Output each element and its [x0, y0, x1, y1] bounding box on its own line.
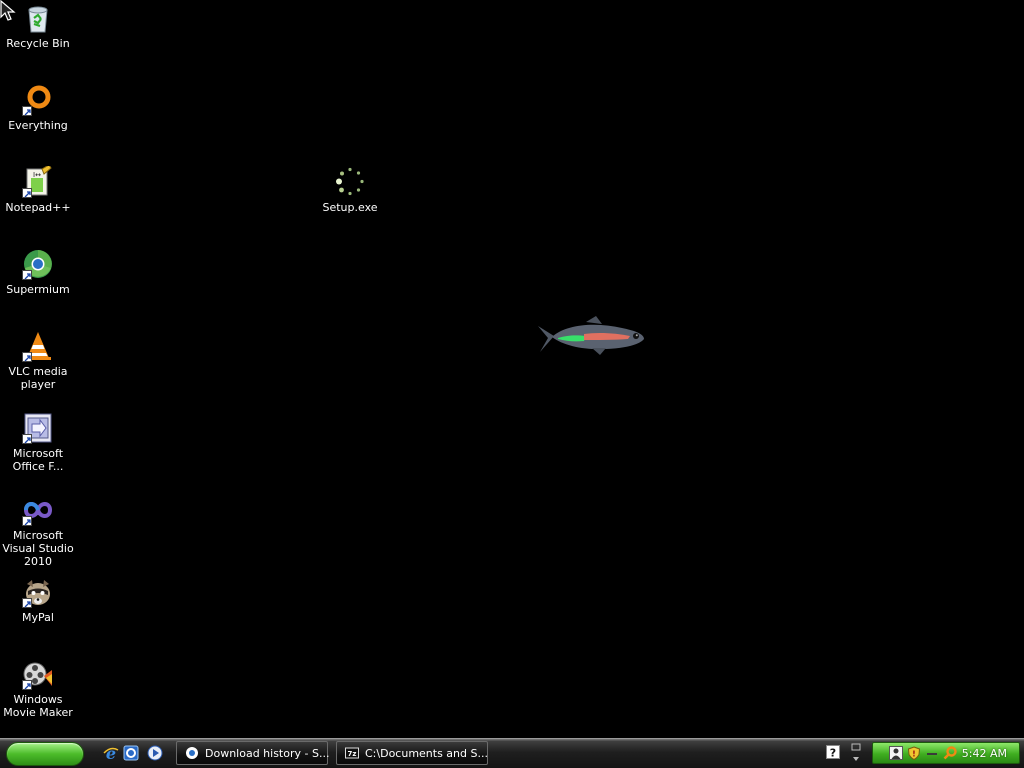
search-icon[interactable]	[943, 746, 957, 760]
recycle-bin-icon	[22, 2, 54, 34]
desktop-icon-notepad-plus-plus[interactable]: I↔ Notepad++	[0, 164, 76, 214]
shortcut-arrow-icon	[22, 270, 32, 280]
task-label: Download history - S...	[205, 747, 330, 760]
loading-spinner-icon	[334, 166, 366, 198]
shortcut-arrow-icon	[22, 434, 32, 444]
desktop-icon-label: Microsoft Office F...	[12, 447, 64, 473]
desktop[interactable]: Recycle Bin Everything I↔ Notepad++ Supe…	[0, 0, 1024, 738]
internet-explorer-icon[interactable]: e	[102, 744, 120, 762]
media-player-icon[interactable]	[146, 744, 164, 762]
svg-text:!: !	[912, 750, 916, 759]
desktop-icon-setup[interactable]: Setup.exe	[312, 166, 388, 214]
desktop-icon-label: Recycle Bin	[6, 37, 70, 50]
desktop-icon-recycle-bin[interactable]: Recycle Bin	[0, 2, 76, 50]
taskbar-task-download-history[interactable]: Download history - S...	[176, 741, 330, 765]
desktop-icon-label: Windows Movie Maker	[3, 693, 73, 719]
supermium-icon	[22, 248, 54, 280]
shortcut-arrow-icon	[22, 680, 32, 690]
everything-icon	[22, 84, 54, 116]
svg-text:?: ?	[830, 747, 836, 760]
shortcut-arrow-icon	[22, 188, 32, 198]
fish-icon	[538, 316, 644, 355]
start-button[interactable]	[6, 742, 84, 766]
svg-text:7z: 7z	[348, 750, 357, 758]
mypal-icon	[22, 576, 54, 608]
notepad-plus-plus-icon: I↔	[22, 164, 54, 198]
taskbar: e Download history - S... 7z C:\Document…	[0, 738, 1024, 768]
language-bar-icon[interactable]	[848, 742, 864, 764]
network-icon[interactable]	[925, 746, 939, 760]
desktop-icon-movie-maker[interactable]: Windows Movie Maker	[0, 658, 76, 719]
desktop-icon-office[interactable]: Microsoft Office F...	[0, 412, 76, 473]
svg-text:e: e	[106, 744, 116, 762]
svg-text:I↔: I↔	[33, 171, 41, 179]
shortcut-arrow-icon	[22, 516, 32, 526]
desktop-icon-vlc[interactable]: VLC media player	[0, 330, 76, 391]
desktop-icon-supermium[interactable]: Supermium	[0, 248, 76, 296]
movie-maker-icon	[22, 658, 54, 690]
desktop-icon-label: MyPal	[22, 611, 54, 624]
browser-icon	[186, 747, 198, 759]
desktop-icon-label: Setup.exe	[322, 201, 378, 214]
desktop-icon-label: Everything	[8, 119, 68, 132]
office-icon	[22, 412, 54, 444]
vlc-icon	[22, 330, 54, 362]
desktop-icon-label: VLC media player	[8, 365, 68, 391]
security-shield-icon[interactable]: !	[907, 746, 921, 760]
help-icon[interactable]: ?	[826, 745, 840, 759]
taskbar-task-documents[interactable]: 7z C:\Documents and S...	[336, 741, 488, 765]
visual-studio-icon	[22, 494, 54, 526]
user-icon[interactable]	[889, 746, 903, 760]
system-tray: ! 5:42 AM	[872, 742, 1020, 764]
7zip-icon: 7z	[345, 747, 359, 759]
desktop-icon-label: Supermium	[6, 283, 70, 296]
desktop-icon-mypal[interactable]: MyPal	[0, 576, 76, 624]
desktop-icon-label: Notepad++	[5, 201, 71, 214]
desktop-icon-visual-studio[interactable]: Microsoft Visual Studio 2010	[0, 494, 76, 568]
desktop-icon-everything[interactable]: Everything	[0, 84, 76, 132]
outlook-express-icon[interactable]	[122, 744, 140, 762]
shortcut-arrow-icon	[22, 598, 32, 608]
clock[interactable]: 5:42 AM	[962, 747, 1007, 760]
desktop-icon-label: Microsoft Visual Studio 2010	[2, 529, 74, 568]
task-label: C:\Documents and S...	[365, 747, 488, 760]
shortcut-arrow-icon	[22, 352, 32, 362]
shortcut-arrow-icon	[22, 106, 32, 116]
